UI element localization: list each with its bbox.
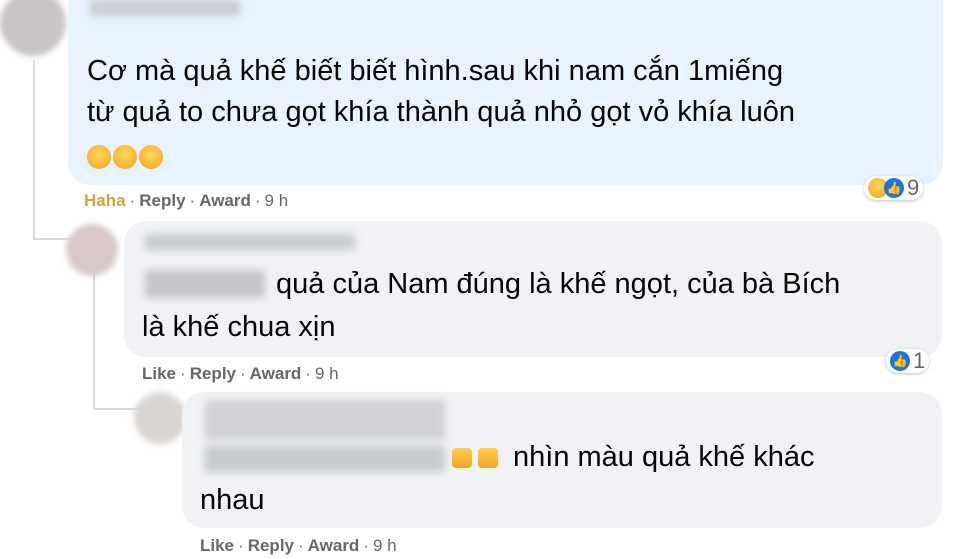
comment-actions: Like · Reply · Award · 9 h <box>200 536 397 556</box>
avatar[interactable] <box>0 0 66 56</box>
tagged-name-blurred <box>145 270 265 298</box>
comment-actions: Haha · Reply · Award · 9 h <box>84 191 288 211</box>
like-link[interactable]: Like <box>142 364 176 383</box>
comment-text-line: từ quả to chưa gọt khía thành quả nhỏ gọ… <box>87 96 795 128</box>
thumbs-up-emoji-icon <box>452 448 472 468</box>
laugh-emoji-icon <box>87 145 111 169</box>
separator: · <box>305 364 311 383</box>
thread-line-vertical <box>33 60 35 240</box>
author-name-blurred <box>145 234 355 250</box>
award-link[interactable]: Award <box>199 191 251 210</box>
like-link[interactable]: Like <box>200 536 234 555</box>
comment-text-line: nhìn màu quả khế khác <box>513 441 815 473</box>
timestamp[interactable]: 9 h <box>265 191 289 210</box>
separator: · <box>189 191 196 210</box>
like-reaction-icon: 👍 <box>884 178 904 198</box>
reaction-summary[interactable]: 👍 9 <box>864 175 924 200</box>
avatar[interactable] <box>134 392 186 444</box>
author-name-blurred <box>90 0 240 16</box>
avatar[interactable] <box>66 224 118 276</box>
like-reaction-icon: 👍 <box>890 351 910 371</box>
separator: · <box>254 191 261 210</box>
reaction-link[interactable]: Haha <box>84 191 126 210</box>
comment-text-line: quả của Nam đúng là khế ngọt, của bà Bíc… <box>276 268 841 300</box>
comment-text-line: nhau <box>200 484 265 516</box>
timestamp[interactable]: 9 h <box>315 364 339 383</box>
author-name-blurred <box>205 400 445 440</box>
comment-text-line: Cơ mà quả khế biết biết hình.sau khi nam… <box>87 55 784 87</box>
separator: · <box>298 536 304 555</box>
timestamp[interactable]: 9 h <box>373 536 397 555</box>
reply-link[interactable]: Reply <box>139 191 185 210</box>
reply-link[interactable]: Reply <box>248 536 294 555</box>
laugh-emoji-icon <box>113 145 137 169</box>
reaction-count: 1 <box>913 348 926 373</box>
thumbs-up-emoji-pair <box>452 448 499 472</box>
award-link[interactable]: Award <box>308 536 360 555</box>
separator: · <box>363 536 369 555</box>
tagged-name-blurred <box>205 446 445 472</box>
thumbs-up-emoji-icon <box>478 448 499 468</box>
separator: · <box>129 191 136 210</box>
comment-actions: Like · Reply · Award · 9 h <box>142 364 339 384</box>
thread-line-vertical <box>93 270 95 410</box>
laugh-emoji-icon <box>139 145 163 169</box>
reaction-summary[interactable]: 👍 1 <box>886 348 930 373</box>
award-link[interactable]: Award <box>250 364 302 383</box>
separator: · <box>180 364 186 383</box>
comment-text-line: là khế chua xịn <box>142 311 336 343</box>
separator: · <box>238 536 244 555</box>
laugh-emoji-row <box>87 145 163 171</box>
separator: · <box>240 364 246 383</box>
reply-link[interactable]: Reply <box>190 364 236 383</box>
reaction-count: 9 <box>907 175 920 200</box>
